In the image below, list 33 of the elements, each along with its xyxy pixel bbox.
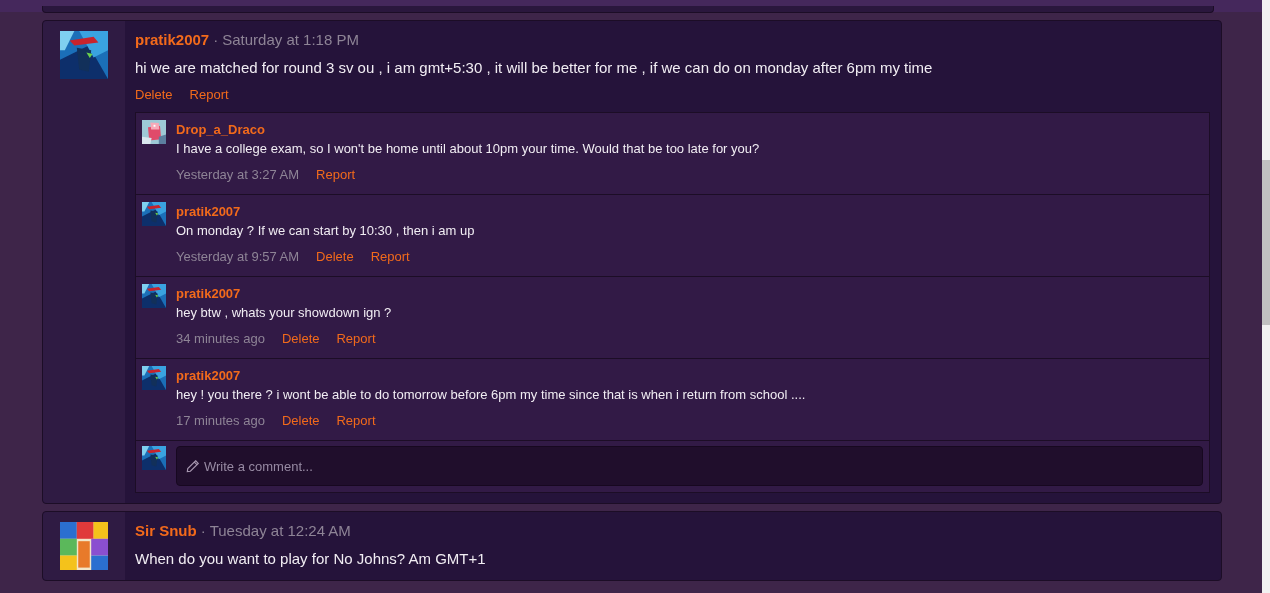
action-link[interactable]: Report [336,330,376,348]
username-link[interactable]: Sir Snub [135,522,197,539]
post-text: When do you want to play for No Johns? Am GMT+1 [135,549,487,569]
post-time[interactable]: Tuesday at 12:24 AM [209,522,351,539]
username-link[interactable]: pratik2007 [176,285,241,303]
comment-time[interactable]: 17 minutes ago [176,412,265,430]
action-link[interactable]: Delete [281,412,320,430]
action-link[interactable]: Delete [281,330,320,348]
username-link[interactable]: pratik2007 [176,367,241,385]
post-time[interactable]: Saturday at 1:18 PM [222,31,359,48]
separator-dot: · [213,31,219,48]
scrollbar-thumb[interactable] [1262,160,1270,325]
action-link[interactable]: Report [370,248,410,266]
comment-text: On monday ? If we can start by 10:30 , then i am up [176,222,476,240]
action-link[interactable]: Report [189,86,229,104]
post-text: hi we are matched for round 3 sv ou , i am gmt+5:30 , it will be better for me , if we can do on monday after 6pm my time [135,58,934,78]
username-link[interactable]: pratik2007 [176,203,241,221]
comment-time[interactable]: Yesterday at 3:27 AM [176,166,300,184]
pencil-icon [186,459,200,473]
action-link[interactable]: Report [336,412,376,430]
action-link[interactable]: Report [316,166,356,184]
username-link[interactable]: Drop_a_Draco [176,121,265,139]
comment-time[interactable]: 34 minutes ago [176,330,265,348]
scrollbar[interactable] [1262,0,1270,593]
comment-text: hey ! you there ? i wont be able to do tomorrow before 6pm my time since that is when i return from school .... [176,386,807,404]
action-link[interactable]: Delete [135,86,173,104]
separator-dot: · [200,522,206,539]
action-link[interactable]: Delete [316,248,354,266]
username-link[interactable]: pratik2007 [135,31,210,48]
comment-input[interactable]: Write a comment... [176,446,1203,486]
comment-time[interactable]: Yesterday at 9:57 AM [176,248,300,266]
comment-text: hey btw , whats your showdown ign ? [176,304,393,322]
comment-text: I have a college exam, so I won't be home until about 10pm your time. Would that be too late for you? [176,140,761,158]
